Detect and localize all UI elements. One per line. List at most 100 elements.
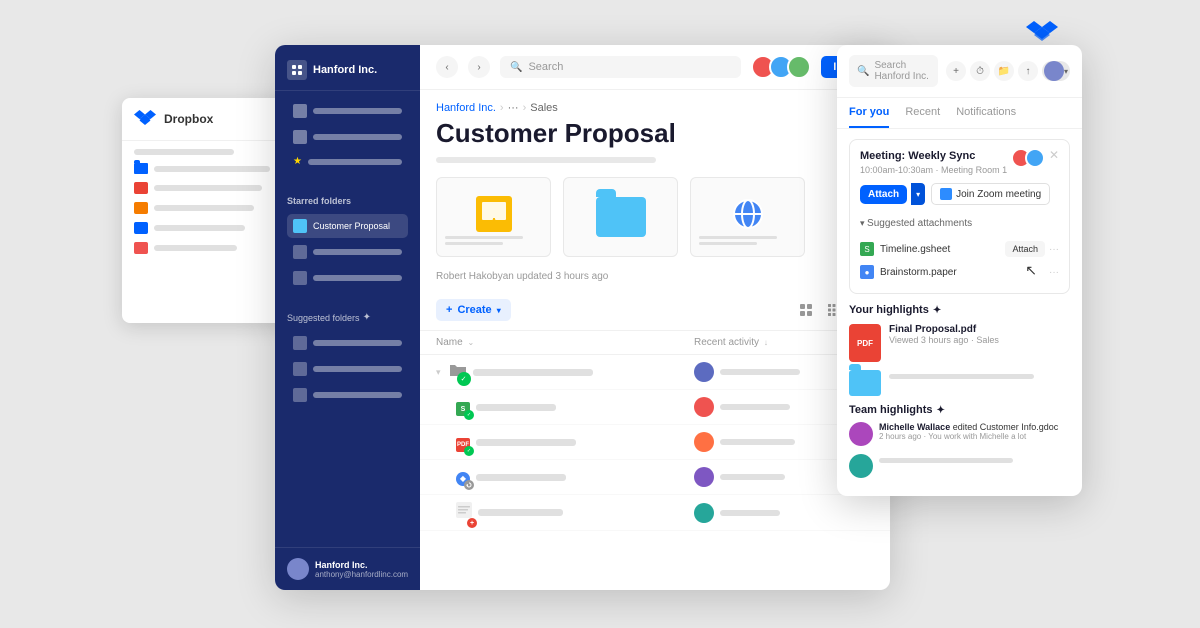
- att-more-2[interactable]: ···: [1049, 267, 1059, 278]
- back-button[interactable]: ‹: [436, 56, 458, 78]
- search-bar[interactable]: 🔍 Search: [500, 56, 741, 78]
- slides-line-2: [445, 242, 503, 245]
- meeting-av-2: [1025, 148, 1045, 168]
- breadcrumb-sep-1: ›: [500, 102, 504, 114]
- file-list: ▾ ✓: [420, 355, 890, 590]
- bg-bar-6: [154, 245, 237, 251]
- suggested-attachments-label: Suggested attachments: [867, 218, 972, 229]
- highlight-pdf-icon: PDF: [849, 324, 881, 362]
- sidebar-suggested-3-bar: [313, 392, 402, 398]
- highlight-folder-info: [889, 370, 1070, 383]
- attach-dropdown-button[interactable]: ▾: [911, 183, 925, 205]
- panel-search-text: Search Hanford Inc.: [874, 60, 930, 82]
- sheets-badge-wrapper: S ✓: [456, 398, 470, 417]
- suggested-header: Suggested folders ✦: [287, 312, 408, 323]
- highlight-item-folder[interactable]: [849, 370, 1070, 396]
- panel-add-icon[interactable]: +: [946, 61, 966, 81]
- sidebar-item-1[interactable]: [287, 99, 408, 123]
- meeting-card: ✕ Meeting: Weekly Sync 10:00am-10:30am ·…: [849, 139, 1070, 294]
- sheets-check-badge: ✓: [464, 410, 474, 420]
- file-preview-web[interactable]: [690, 177, 805, 257]
- file-row-4[interactable]: ◆: [420, 460, 890, 495]
- file-row-1[interactable]: ▾ ✓: [420, 355, 890, 390]
- file-preview-slides[interactable]: [436, 177, 551, 257]
- panel-search[interactable]: 🔍 Search Hanford Inc.: [849, 55, 938, 87]
- team-item-2[interactable]: [849, 454, 1070, 478]
- create-label: Create: [457, 304, 491, 316]
- create-chevron-icon: ▾: [497, 306, 501, 315]
- file-row-5[interactable]: +: [420, 495, 890, 531]
- sidebar-bottom[interactable]: Hanford Inc. anthony@hanfordlinc.com: [275, 547, 420, 590]
- att-more-1[interactable]: ···: [1049, 244, 1059, 255]
- join-zoom-button[interactable]: Join Zoom meeting: [931, 183, 1050, 205]
- cursor-pointer-icon: ↖: [1025, 262, 1037, 279]
- sidebar-starred-2-icon: [293, 245, 307, 259]
- panel-avatar-icon[interactable]: ▾: [1042, 61, 1070, 81]
- breadcrumb-dots[interactable]: ···: [508, 102, 519, 114]
- main-window: Hanford Inc. ★ Starred folders Customer …: [275, 45, 890, 590]
- folder-preview-icon: [596, 197, 646, 237]
- meeting-close-button[interactable]: ✕: [1047, 148, 1061, 162]
- highlights-title-text: Your highlights: [849, 304, 929, 316]
- file-row-3[interactable]: PDF ✓: [420, 425, 890, 460]
- sidebar-item-star[interactable]: ★: [287, 151, 408, 172]
- team-text-1: Michelle Wallace edited Customer Info.gd…: [879, 422, 1070, 432]
- sidebar-item-starred-3[interactable]: [287, 266, 408, 290]
- team-actor-1: Michelle Wallace: [879, 422, 950, 432]
- panel-folder-icon[interactable]: 📁: [994, 61, 1014, 81]
- col-name-header[interactable]: Name ⌄: [436, 337, 694, 348]
- sidebar-suggested-1[interactable]: [287, 331, 408, 355]
- team-item-1[interactable]: Michelle Wallace edited Customer Info.gd…: [849, 422, 1070, 446]
- att-icon-sheets: S: [860, 242, 874, 256]
- meeting-actions: Attach ▾ Join Zoom meeting: [860, 183, 1059, 205]
- activity-bar-4: [720, 474, 785, 480]
- sidebar-suggested-3[interactable]: [287, 383, 408, 407]
- suggested-label: Suggested folders: [287, 313, 360, 323]
- sidebar-suggested-2-bar: [313, 366, 402, 372]
- sidebar-suggested-2[interactable]: [287, 357, 408, 381]
- bg-bar-1: [134, 149, 234, 155]
- file-name-bar-2: [476, 404, 556, 411]
- att-name-1: Timeline.gsheet: [880, 244, 950, 255]
- panel-recent-icon[interactable]: ⏱: [970, 61, 990, 81]
- att-actions-2: ···: [1049, 267, 1059, 278]
- panel-search-icon: 🔍: [857, 66, 869, 77]
- file-name-bar-5: [478, 509, 563, 516]
- file-row-2[interactable]: S ✓: [420, 390, 890, 425]
- sidebar-starred-3-bar: [313, 275, 402, 281]
- panel-chevron: ▾: [1064, 67, 1068, 76]
- panel-upload-icon[interactable]: ↑: [1018, 61, 1038, 81]
- sidebar-user-avatar: [287, 558, 309, 580]
- bg-blue-icon: [134, 222, 148, 234]
- forward-button[interactable]: ›: [468, 56, 490, 78]
- file-row-3-name: PDF ✓: [436, 433, 686, 452]
- sidebar-item-customer-proposal[interactable]: Customer Proposal: [287, 214, 408, 238]
- sidebar-user-email: anthony@hanfordlinc.com: [315, 570, 408, 579]
- highlights-title: Your highlights ✦: [849, 304, 1070, 316]
- tab-notifications[interactable]: Notifications: [956, 98, 1016, 128]
- update-text: Robert Hakobyan updated 3 hours ago: [420, 271, 890, 290]
- activity-bar-3: [720, 439, 795, 445]
- attach-label: Attach: [868, 189, 899, 200]
- actions-bar: + Create ▾: [420, 290, 890, 331]
- breadcrumb-sales: Sales: [530, 102, 558, 114]
- sidebar-item-2[interactable]: [287, 125, 408, 149]
- att-actions-1: Attach ···: [1005, 241, 1059, 257]
- att-attach-btn-1[interactable]: Attach: [1005, 241, 1045, 257]
- sidebar-item-2-bar: [313, 134, 402, 140]
- highlight-item-pdf[interactable]: PDF Final Proposal.pdf Viewed 3 hours ag…: [849, 324, 1070, 362]
- tab-recent[interactable]: Recent: [905, 98, 940, 128]
- file-preview-folder[interactable]: [563, 177, 678, 257]
- sidebar-company[interactable]: Hanford Inc.: [275, 45, 420, 91]
- breadcrumb-company[interactable]: Hanford Inc.: [436, 102, 496, 114]
- tab-for-you[interactable]: For you: [849, 98, 889, 128]
- bg-bar-3: [154, 185, 262, 191]
- company-icon: [287, 60, 307, 80]
- create-button[interactable]: + Create ▾: [436, 299, 511, 321]
- attach-button[interactable]: Attach: [860, 185, 907, 204]
- file-name-bar-3: [476, 439, 576, 446]
- sidebar-item-starred-2[interactable]: [287, 240, 408, 264]
- slides-preview-lines: [445, 236, 542, 248]
- main-content: ‹ › 🔍 Search Invite Hanford Inc. › ··· ›…: [420, 45, 890, 590]
- view-icon-btn-1[interactable]: [794, 298, 818, 322]
